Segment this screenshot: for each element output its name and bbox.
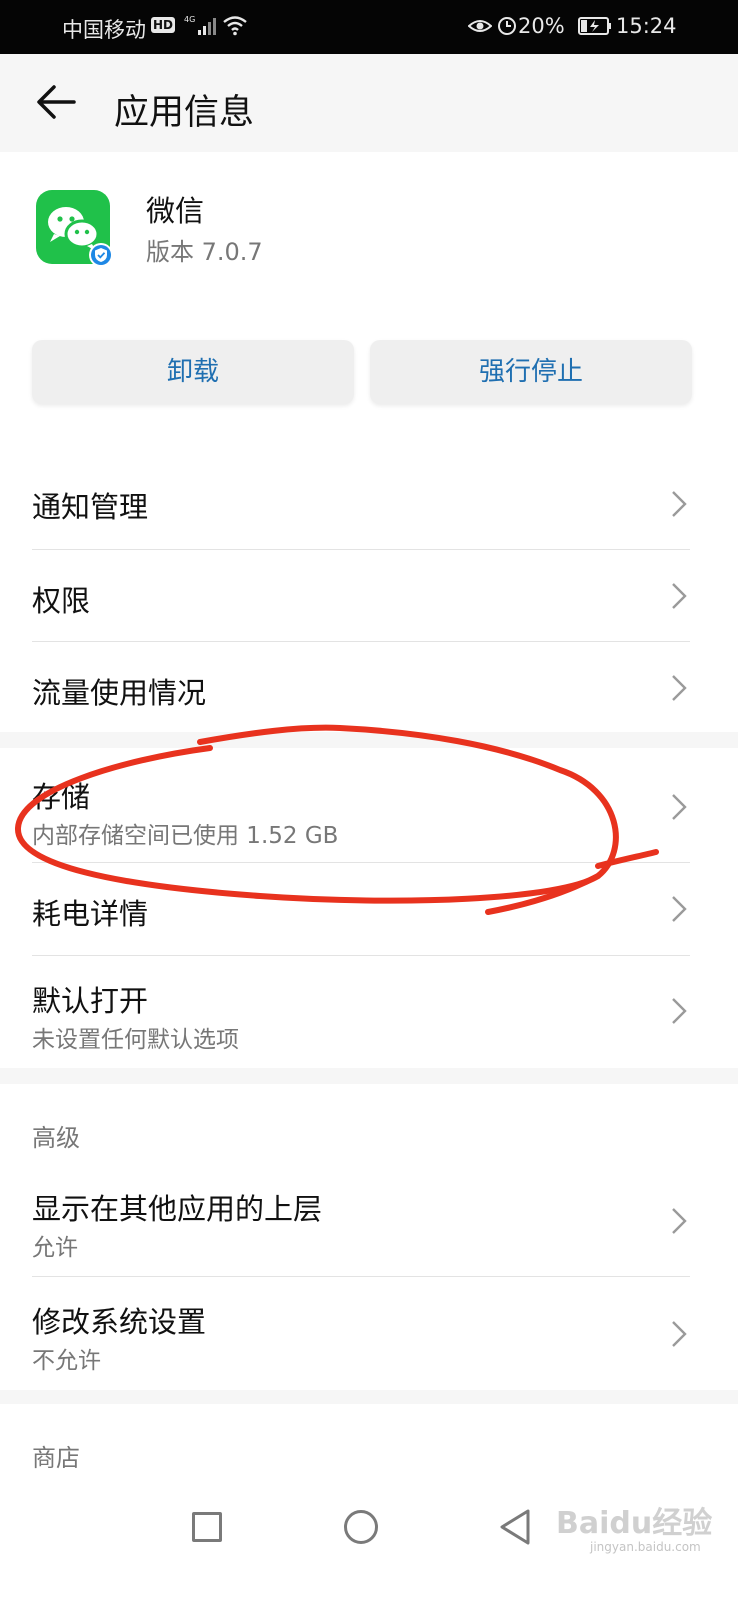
menu-item-label: 流量使用情况 [32,676,207,710]
menu-item-sub: 不允许 [32,1348,101,1374]
verified-shield-icon [89,243,113,267]
section-title-store: 商店 [32,1444,80,1472]
force-stop-button[interactable]: 强行停止 [370,340,692,404]
storage-usage-text: 内部存储空间已使用 1.52 GB [32,823,339,849]
menu-item-label: 显示在其他应用的上层 [32,1192,323,1226]
chevron-right-icon [672,998,687,1024]
chevron-right-icon [672,1208,687,1234]
watermark: Baidu经验 [556,1506,713,1541]
navigation-bar: Baidu经验 jingyan.baidu.com [0,1490,738,1600]
menu-item-notifications[interactable]: 通知管理 [0,458,738,550]
wifi-icon [223,16,247,36]
eye-comfort-icon [468,20,492,32]
menu-item-label: 权限 [32,584,91,618]
app-name: 微信 [146,194,205,228]
svg-text:4G: 4G [184,15,195,24]
menu-item-data-usage[interactable]: 流量使用情况 [0,642,738,732]
chevron-right-icon [672,1321,687,1347]
triangle-back-icon[interactable] [498,1508,532,1546]
page-title: 应用信息 [114,93,255,133]
section-title-advanced: 高级 [32,1124,80,1152]
square-icon[interactable] [192,1512,222,1542]
carrier-label: 中国移动 [62,18,146,42]
menu-item-modify-system-settings[interactable]: 修改系统设置 不允许 [0,1277,738,1389]
signal-icon: 4G [184,15,216,35]
menu-item-sub: 未设置任何默认选项 [32,1027,239,1053]
menu-item-sub: 允许 [32,1235,78,1261]
chevron-right-icon [672,896,687,922]
battery-charging-icon [578,17,611,35]
hd-badge: HD [151,17,176,33]
app-bar: 应用信息 [0,54,738,152]
battery-percent: 20% [518,14,565,38]
chevron-right-icon [672,491,687,517]
arrow-left-icon[interactable] [34,80,78,124]
menu-item-label: 存储 [32,780,91,814]
uninstall-button[interactable]: 卸载 [32,340,354,404]
menu-item-display-over-apps[interactable]: 显示在其他应用的上层 允许 [0,1164,738,1276]
status-bar: 中国移动 HD 4G 20% 15:24 [0,0,738,54]
menu-item-battery-details[interactable]: 耗电详情 [0,863,738,955]
menu-item-label: 默认打开 [32,984,149,1018]
chevron-right-icon [672,675,687,701]
chevron-right-icon [672,583,687,609]
menu-item-permissions[interactable]: 权限 [0,550,738,642]
menu-item-storage[interactable]: 存储 内部存储空间已使用 1.52 GB [0,748,738,862]
menu-item-open-by-default[interactable]: 默认打开 未设置任何默认选项 [0,956,738,1068]
menu-item-label: 修改系统设置 [32,1305,207,1339]
watermark-url: jingyan.baidu.com [590,1540,701,1554]
menu-item-label: 通知管理 [32,490,149,524]
circle-icon[interactable] [344,1510,378,1544]
clock: 15:24 [616,14,677,38]
chevron-right-icon [672,794,687,820]
app-version: 版本 7.0.7 [146,238,263,266]
menu-item-label: 耗电详情 [32,897,149,931]
alarm-icon [498,17,516,35]
